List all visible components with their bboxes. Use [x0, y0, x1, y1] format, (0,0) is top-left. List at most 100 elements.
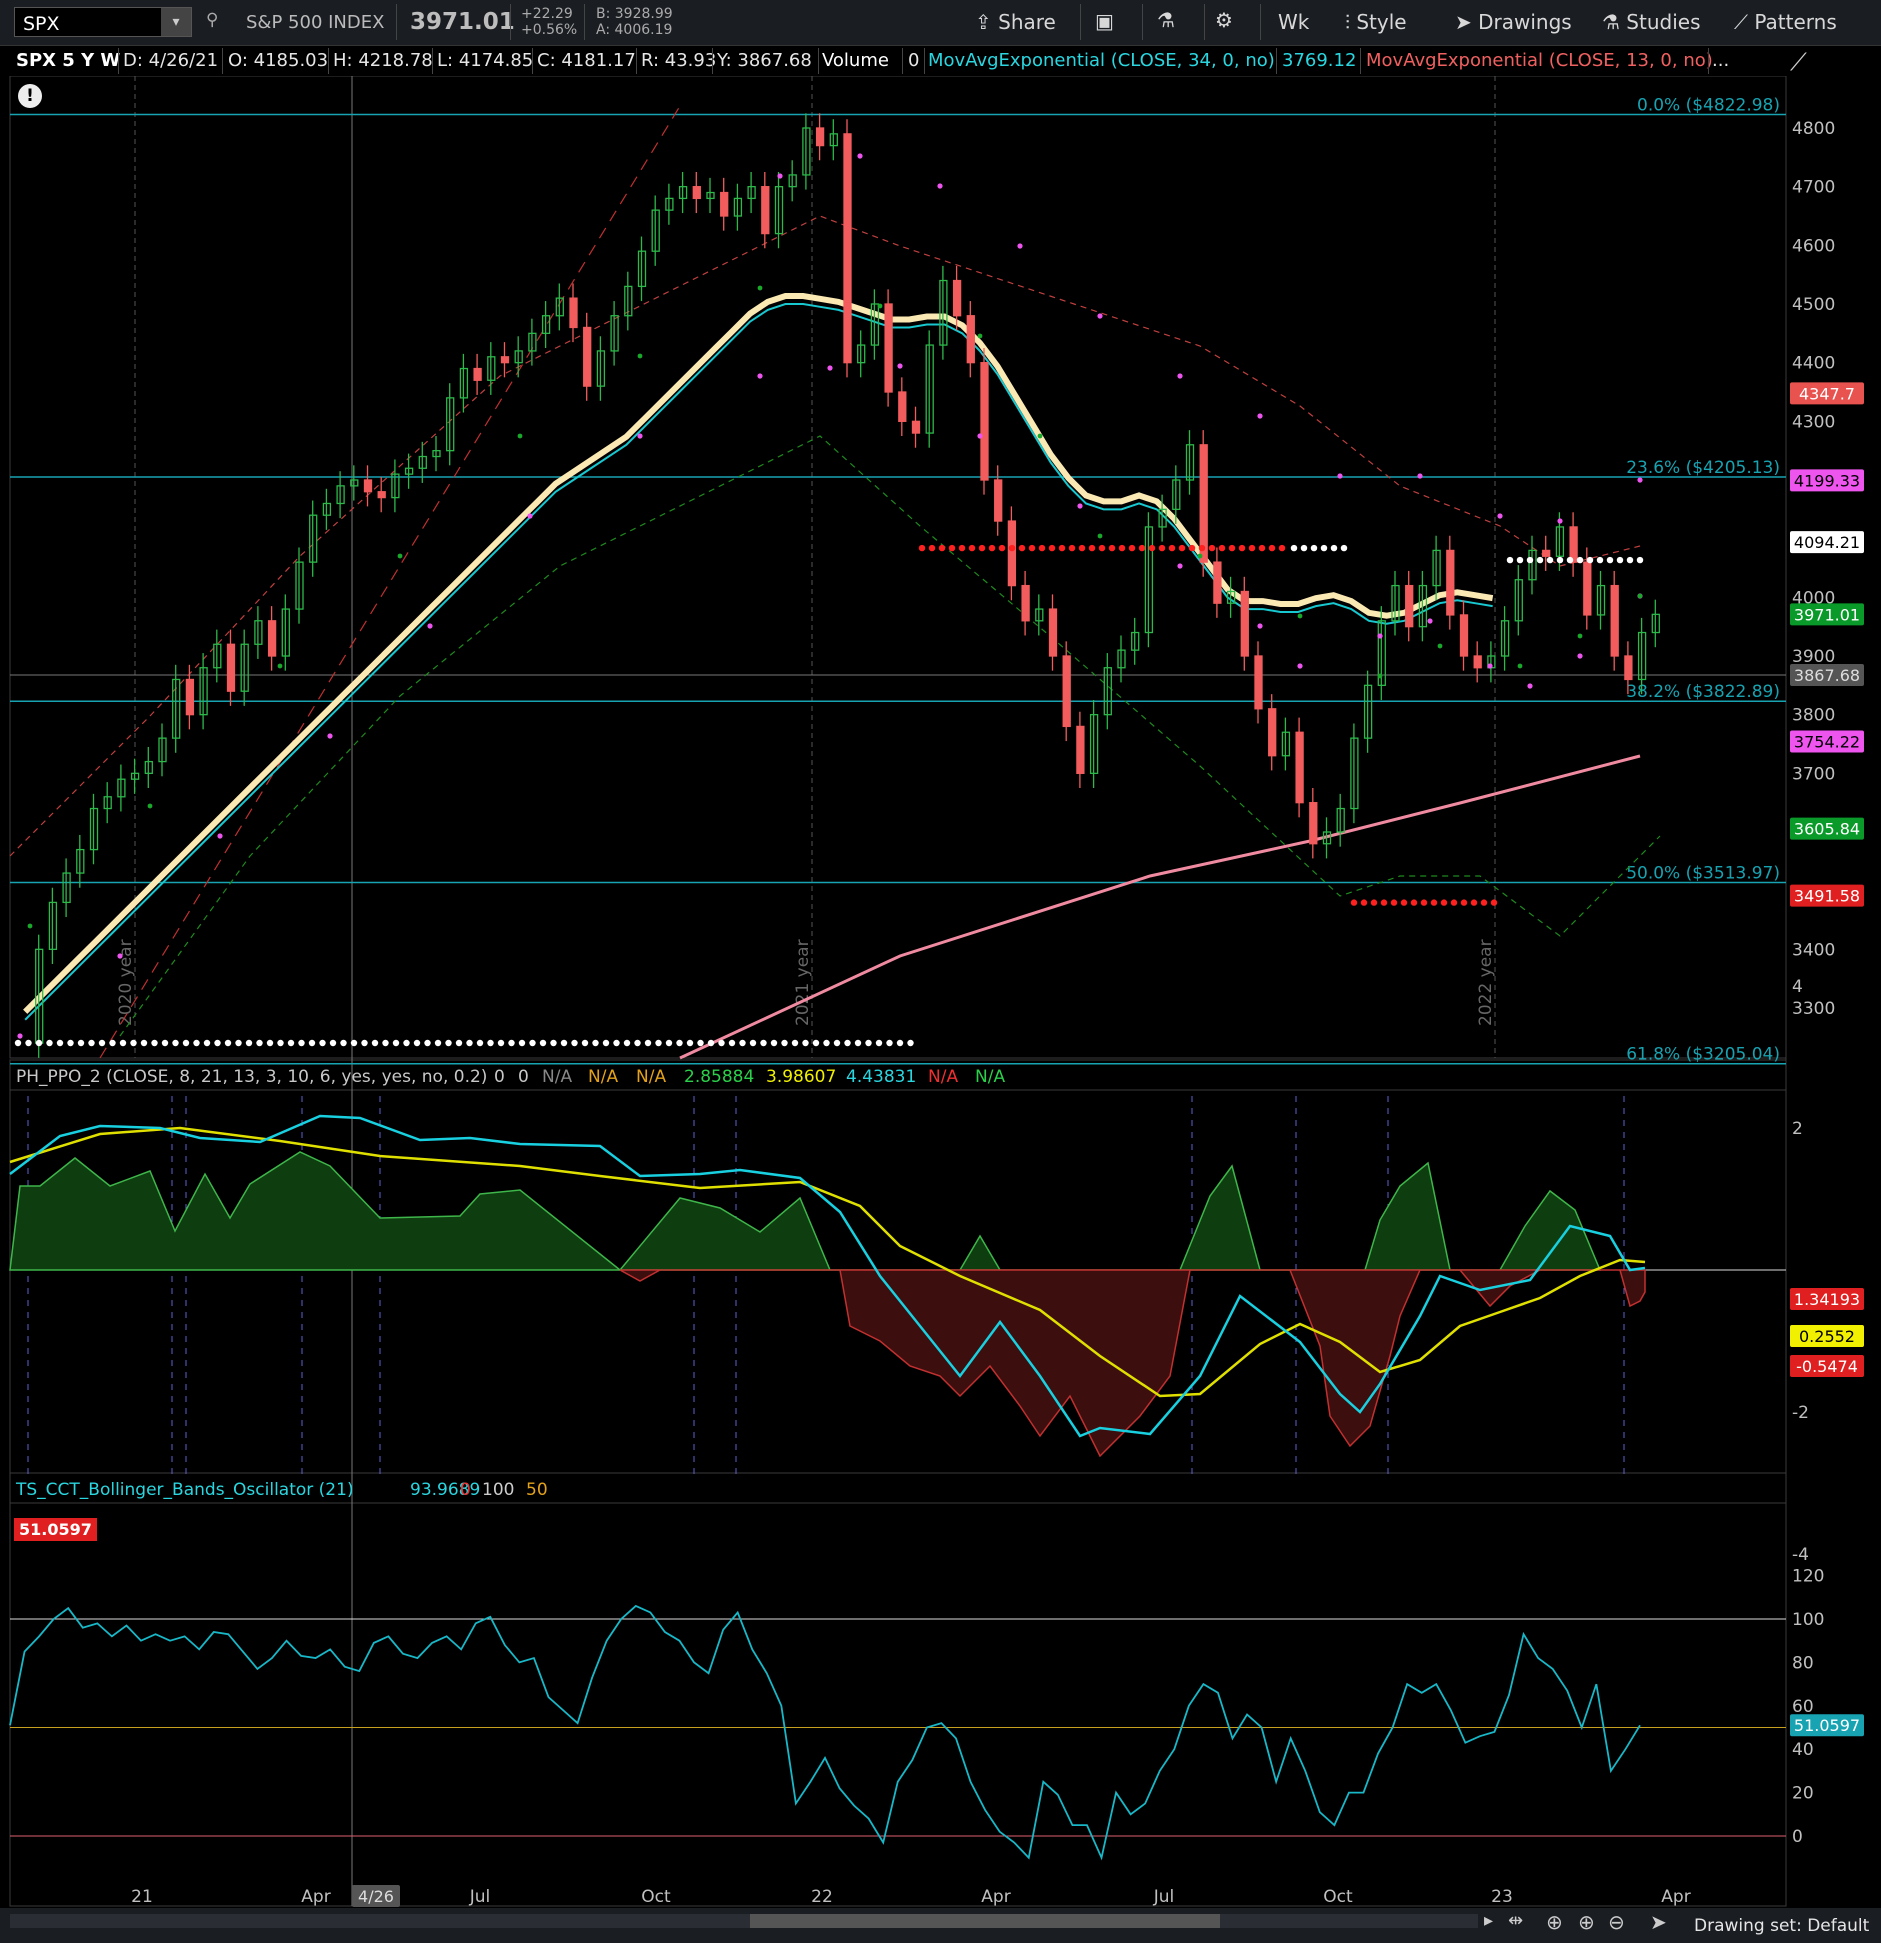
support-dot	[130, 1039, 137, 1047]
candle	[1048, 608, 1058, 657]
index-name: S&P 500 INDEX	[246, 12, 385, 33]
fib-label: 61.8% ($3205.04)	[1626, 1045, 1780, 1065]
support-dot	[1390, 899, 1398, 906]
support-dot	[151, 1039, 158, 1047]
support-dot	[550, 1039, 557, 1047]
scrollbar-thumb[interactable]	[750, 1914, 1220, 1928]
chart-canvas[interactable]: 4800470046004500440043004000390038003700…	[0, 76, 1881, 1908]
support-dot	[497, 1039, 505, 1047]
ppo-tick-label: -2	[1792, 1403, 1809, 1423]
ppo-label[interactable]: PH_PPO_2 (CLOSE, 8, 21, 13, 3, 10, 6, ye…	[16, 1067, 487, 1087]
candle	[1199, 444, 1208, 563]
candle	[1542, 549, 1551, 557]
expand-icon[interactable]: ⟋	[1790, 48, 1807, 76]
bbo-label[interactable]: TS_CCT_Bollinger_Bands_Oscillator (21)	[16, 1480, 354, 1500]
alert-icon[interactable]: !	[18, 84, 42, 108]
candle	[1268, 708, 1277, 757]
scrollbar-track[interactable]	[10, 1914, 1478, 1928]
chevron-down-icon[interactable]: ▾	[161, 8, 191, 36]
year-label: 2022 year	[1476, 939, 1496, 1026]
change-value: +22.29	[521, 6, 573, 22]
bbo-panel: 120 100 80 60 40 20 0 51.0597	[9, 1567, 1864, 1861]
ema34-label[interactable]: MovAvgExponential (CLOSE, 34, 0, no)	[928, 50, 1275, 71]
gear-icon[interactable]: ⚙	[1215, 8, 1233, 32]
share-button[interactable]: ⇪ Share	[975, 10, 1056, 34]
resistance-dot	[1108, 544, 1116, 552]
support-dot	[1450, 899, 1458, 906]
band-dot	[637, 433, 643, 439]
resistance-dot	[1626, 556, 1634, 564]
pan-icon[interactable]: ⇹	[1508, 1910, 1523, 1931]
resistance-dot	[1516, 556, 1524, 564]
resistance-dot	[1310, 544, 1318, 552]
support-dot	[791, 1039, 799, 1047]
support-dot	[518, 1039, 526, 1047]
flask-icon: ⚗	[1602, 10, 1620, 34]
resistance-dot	[1078, 544, 1086, 552]
crosshair-icon[interactable]: ⊕	[1546, 1910, 1563, 1934]
resistance-dot	[1616, 556, 1624, 564]
candle	[720, 191, 729, 217]
link-icon[interactable]: ⚲	[206, 10, 218, 30]
timeframe-button[interactable]: Wk	[1278, 10, 1309, 34]
bar-y: Y: 3867.68	[717, 50, 812, 71]
support-dot	[193, 1039, 200, 1047]
support-dot	[508, 1039, 515, 1047]
snapshot-icon[interactable]: ▣	[1095, 9, 1114, 33]
studies-button[interactable]: ⚗ Studies	[1602, 10, 1701, 34]
zoom-out-icon[interactable]: ⊖	[1608, 1910, 1625, 1934]
resistance-dot	[1278, 544, 1286, 552]
resistance-dot	[1018, 544, 1026, 552]
ppo-badge-text: -0.5474	[1796, 1357, 1858, 1376]
ppo-tick-label: -4	[1792, 1545, 1809, 1565]
support-dot	[1380, 899, 1388, 906]
resistance-dot	[1178, 544, 1186, 552]
divider	[584, 4, 585, 40]
support-dot	[749, 1039, 757, 1047]
support-dot	[256, 1039, 263, 1047]
price-tick-label: 4300	[1792, 412, 1835, 432]
flask-icon[interactable]: ⚗	[1157, 8, 1175, 32]
patterns-button[interactable]: ⟋ Patterns	[1734, 10, 1837, 34]
volume-label[interactable]: Volume	[822, 50, 889, 71]
drawing-set-label[interactable]: Drawing set: Default	[1694, 1916, 1869, 1936]
style-button[interactable]: ⫶ Style	[1345, 10, 1407, 34]
cursor-icon[interactable]: ➤	[1650, 1910, 1667, 1934]
x-tick-label: Apr	[981, 1887, 1010, 1907]
x-tick-label: 21	[131, 1887, 153, 1907]
ema13-label[interactable]: MovAvgExponential (CLOSE, 13, 0, no)	[1366, 50, 1713, 71]
x-tick-label: 22	[811, 1887, 833, 1907]
ppo-value-9: N/A	[975, 1067, 1006, 1087]
more-studies[interactable]: ...	[1712, 50, 1729, 71]
resistance-dot	[1596, 556, 1604, 564]
bbo-value-1: 0	[460, 1480, 471, 1500]
candle	[1076, 725, 1085, 774]
cursor-icon: ➤	[1455, 10, 1472, 34]
symbol-input[interactable]: SPX ▾	[14, 7, 192, 37]
volume-value: 0	[908, 50, 920, 71]
support-dot	[350, 1039, 358, 1047]
studies-label: Studies	[1626, 10, 1701, 34]
scroll-right-icon[interactable]: ▸	[1484, 1910, 1493, 1931]
support-dot	[455, 1039, 463, 1047]
signal-dot	[877, 303, 883, 309]
support-dot	[319, 1039, 326, 1047]
band-dot	[1177, 563, 1183, 569]
bar-range: R: 43.93	[641, 50, 717, 71]
band-dot	[1257, 623, 1263, 629]
band-dot	[1527, 683, 1533, 689]
bottom-bar: ▸ ⇹ ⊕ ⊕ ⊖ ➤ Drawing set: Default	[0, 1908, 1881, 1943]
bbo-corner-badge: 51.0597	[14, 1518, 97, 1541]
zoom-in-icon[interactable]: ⊕	[1578, 1910, 1595, 1934]
support-dot	[571, 1039, 578, 1047]
support-dot	[854, 1039, 862, 1047]
support-dot	[67, 1039, 74, 1047]
ppo-tick-label: 2	[1792, 1119, 1803, 1139]
support-dot	[802, 1039, 809, 1047]
support-dot	[686, 1039, 694, 1047]
drawings-button[interactable]: ➤ Drawings	[1455, 10, 1572, 34]
sma200-line	[679, 754, 1641, 1060]
ema34-line	[24, 303, 1493, 1021]
signal-dot	[1637, 593, 1643, 599]
bbo-tick-label: 80	[1792, 1653, 1814, 1673]
